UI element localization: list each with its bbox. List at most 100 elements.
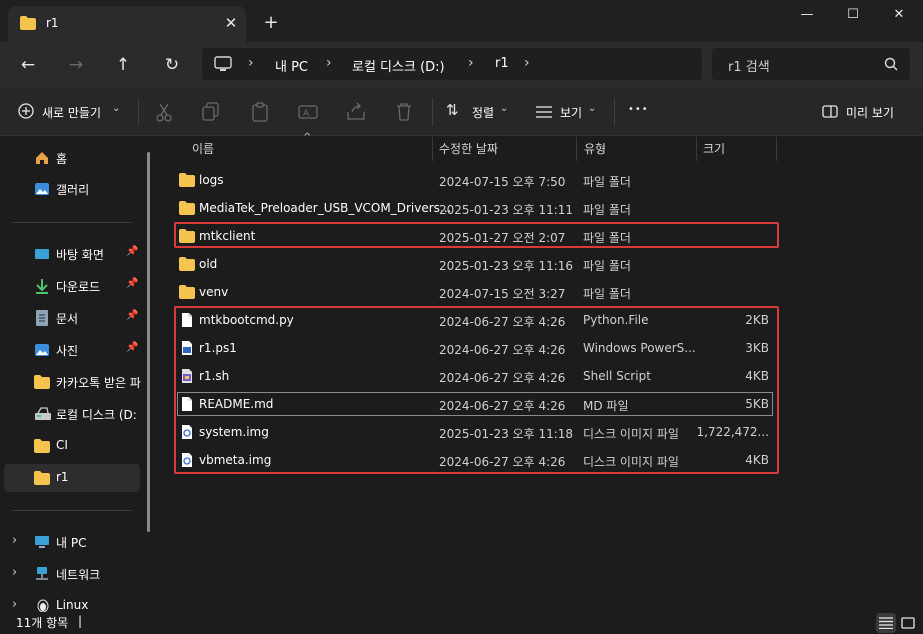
nav-item-linux[interactable]: › Linux [4,592,140,612]
chevron-right-icon: › [468,55,474,71]
column-divider[interactable] [696,137,697,161]
item-count: 11개 항목 [16,616,69,630]
chevron-down-icon: ⌄ [500,103,509,114]
tab-close-button[interactable]: ✕ [220,12,242,34]
delete-icon[interactable] [392,100,416,124]
nav-label: 문서 [56,312,79,326]
new-label: 새로 만들기 [42,106,102,120]
cut-icon[interactable] [152,100,176,124]
up-button[interactable]: ↑ [108,50,138,80]
rename-icon[interactable]: A [296,100,320,124]
share-icon[interactable] [344,100,368,124]
preview-pane-icon [822,105,838,118]
pin-icon: 📌 [126,278,139,289]
search-box[interactable]: r1 검색 [712,48,910,80]
status-separator: | [78,614,83,628]
tab-r1[interactable]: r1 ✕ [8,6,246,42]
back-button[interactable]: ← [13,50,43,80]
column-header-name[interactable]: 이름 [192,140,214,157]
nav-item-pictures[interactable]: 사진 📌 [4,336,140,364]
folder-icon [179,173,195,187]
address-bar[interactable]: › 내 PC › 로컬 디스크 (D:) › r1 › [202,48,702,80]
paste-icon[interactable] [248,100,272,124]
breadcrumb-this-pc[interactable]: 내 PC [275,56,308,75]
nav-item-ci[interactable]: CI [4,432,140,460]
folder-icon [179,201,195,215]
chevron-right-icon[interactable]: › [12,597,17,612]
home-icon [36,152,48,164]
nav-label: 갤러리 [56,183,90,197]
new-button[interactable]: 새로 만들기 ⌄ [12,98,132,126]
sort-ascending-icon: ^ [303,132,312,143]
view-button[interactable]: 보기 ⌄ [532,98,612,126]
file-date: 2024-07-15 오전 3:27 [439,287,566,301]
preview-label: 미리 보기 [846,106,894,120]
view-label: 보기 [560,106,583,120]
nav-label: 카카오톡 받은 파 [56,376,141,390]
chevron-right-icon[interactable]: › [12,565,17,580]
linux-penguin-icon [37,599,49,612]
details-view-button[interactable] [876,613,896,633]
column-divider[interactable] [776,137,777,161]
file-row[interactable]: logs 2024-07-15 오후 7:50 파일 폴더 [176,166,776,194]
forward-button[interactable]: → [61,50,91,80]
tiles-view-button[interactable] [898,613,918,633]
divider [12,222,132,223]
nav-item-home[interactable]: 홈 [4,144,140,172]
chevron-right-icon[interactable]: › [12,533,17,548]
copy-icon[interactable] [199,100,223,124]
nav-scrollbar[interactable] [147,152,150,532]
command-bar: 새로 만들기 ⌄ A ⇅ 정렬 ⌄ 보기 ⌄ ••• 미리 보기 [0,88,923,136]
download-icon [36,279,48,294]
file-row[interactable]: old 2025-01-23 오후 11:16 파일 폴더 [176,250,776,278]
sort-button[interactable]: ⇅ 정렬 ⌄ [442,98,522,126]
plus-circle-icon [18,103,34,119]
column-divider[interactable] [432,137,433,161]
computer-icon [35,536,49,548]
column-header-type[interactable]: 유형 [584,140,606,157]
list-view-icon [536,106,552,118]
desktop-icon [35,249,49,259]
nav-item-desktop[interactable]: 바탕 화면 📌 [4,240,140,268]
file-type: 파일 폴더 [583,259,631,273]
folder-icon [179,257,195,271]
column-divider[interactable] [576,137,577,161]
file-name: MediaTek_Preloader_USB_VCOM_Drivers... [199,201,452,215]
divider [138,98,139,126]
sort-label: 정렬 [472,106,495,120]
nav-item-local-disk[interactable]: 로컬 디스크 (D: [4,400,140,428]
nav-item-r1[interactable]: r1 [4,464,140,492]
divider [614,98,615,126]
column-header-date[interactable]: 수정한 날짜 [439,140,498,157]
file-type: 파일 폴더 [583,175,631,189]
pin-icon: 📌 [126,342,139,353]
breadcrumb-local-disk[interactable]: 로컬 디스크 (D:) [352,56,445,75]
nav-item-this-pc[interactable]: › 내 PC [4,528,140,556]
folder-icon [34,439,50,453]
tiles-view-icon [901,617,915,629]
file-type: 파일 폴더 [583,287,631,301]
more-options-button[interactable]: ••• [628,104,649,115]
nav-label: 홈 [56,152,68,166]
nav-item-downloads[interactable]: 다운로드 📌 [4,272,140,300]
file-name: old [199,257,218,271]
column-header-size[interactable]: 크기 [703,140,725,157]
chevron-down-icon: ⌄ [588,103,597,114]
nav-item-network[interactable]: › 네트워크 [4,560,140,588]
nav-item-gallery[interactable]: 갤러리 [4,175,140,203]
breadcrumb-r1[interactable]: r1 [495,56,509,71]
nav-item-kakao-downloads[interactable]: 카카오톡 받은 파 [4,368,141,396]
minimize-button[interactable]: — [784,0,830,32]
nav-label: 네트워크 [56,568,101,582]
new-tab-button[interactable]: + [260,12,282,34]
nav-item-documents[interactable]: 문서 📌 [4,304,140,332]
pin-icon: 📌 [126,310,139,321]
file-row[interactable]: venv 2024-07-15 오전 3:27 파일 폴더 [176,278,776,306]
maximize-button[interactable]: ☐ [830,0,876,32]
refresh-button[interactable]: ↻ [157,50,187,80]
chevron-right-icon: › [248,55,254,71]
file-row[interactable]: MediaTek_Preloader_USB_VCOM_Drivers... 20… [176,194,776,222]
preview-pane-button[interactable]: 미리 보기 [818,98,908,126]
close-window-button[interactable]: ✕ [876,0,922,32]
file-name: venv [199,285,229,299]
